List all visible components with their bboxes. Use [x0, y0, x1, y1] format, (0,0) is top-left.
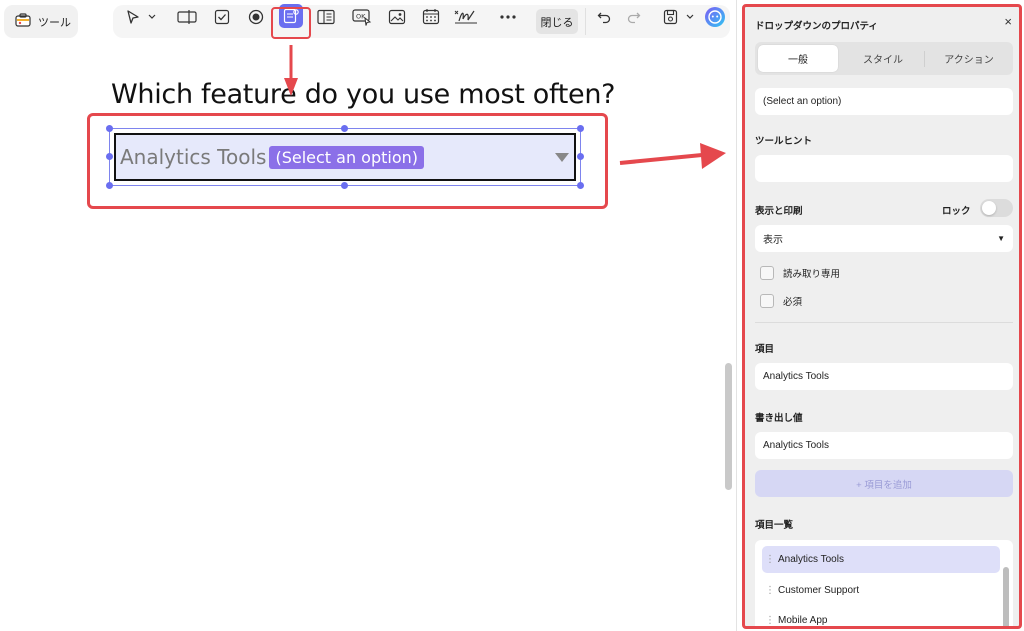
list-item[interactable]: ⋮ Mobile App	[762, 607, 1000, 626]
tooltip-input[interactable]	[755, 155, 1013, 182]
export-value-input[interactable]: Analytics Tools	[755, 432, 1013, 459]
export-value-label: 書き出し値	[755, 413, 803, 424]
field-name-input[interactable]: (Select an option)	[755, 88, 1013, 115]
caret-down-icon: ▼	[997, 234, 1005, 243]
properties-tabs: 一般 スタイル アクション	[755, 42, 1013, 75]
drag-handle-icon[interactable]: ⋮	[762, 554, 778, 565]
app-window: ツール OK 閉じる Which feature do you use most…	[0, 0, 1024, 631]
list-item-label: Analytics Tools	[778, 554, 844, 565]
tab-style[interactable]: スタイル	[842, 45, 924, 72]
section-divider	[755, 322, 1013, 323]
right-arrow-annotation	[619, 143, 726, 169]
close-icon[interactable]: ×	[1004, 14, 1012, 29]
required-checkbox[interactable]	[760, 294, 774, 308]
item-list-scrollbar[interactable]	[1003, 567, 1009, 626]
readonly-checkbox[interactable]	[760, 266, 774, 280]
list-item[interactable]: ⋮ Customer Support	[762, 577, 1000, 604]
list-item-label: Customer Support	[778, 585, 860, 596]
down-arrow-annotation	[284, 45, 298, 96]
tooltip-label: ツールヒント	[755, 136, 813, 147]
panel-divider	[736, 0, 737, 631]
tab-actions[interactable]: アクション	[927, 45, 1011, 72]
item-list: ⋮ Analytics Tools ⋮ Customer Support ⋮ M…	[755, 540, 1013, 626]
item-list-label: 項目一覧	[755, 520, 794, 531]
lock-toggle[interactable]	[980, 199, 1013, 217]
drag-handle-icon[interactable]: ⋮	[762, 585, 778, 596]
list-item[interactable]: ⋮ Analytics Tools	[762, 546, 1000, 573]
visibility-label: 表示と印刷	[755, 206, 803, 217]
panel-title: ドロップダウンのプロパティ	[755, 21, 878, 32]
drag-handle-icon[interactable]: ⋮	[762, 615, 778, 626]
item-input[interactable]: Analytics Tools	[755, 363, 1013, 390]
item-label: 項目	[755, 344, 775, 355]
required-label: 必須	[783, 297, 803, 308]
readonly-checkbox-row[interactable]: 読み取り専用	[760, 266, 840, 280]
visibility-select[interactable]: 表示 ▼	[755, 225, 1013, 252]
readonly-label: 読み取り専用	[783, 269, 841, 280]
list-item-label: Mobile App	[778, 615, 828, 626]
canvas-scrollbar[interactable]	[725, 363, 732, 490]
dropdown-properties-panel: ドロップダウンのプロパティ × 一般 スタイル アクション (Select an…	[742, 4, 1022, 629]
visibility-select-value: 表示	[763, 235, 783, 246]
required-checkbox-row[interactable]: 必須	[760, 294, 802, 308]
tab-divider	[924, 51, 925, 67]
toggle-knob	[982, 201, 996, 215]
lock-label: ロック	[942, 206, 971, 217]
tab-general[interactable]: 一般	[758, 45, 838, 72]
add-item-button[interactable]: + 項目を追加	[755, 470, 1013, 497]
